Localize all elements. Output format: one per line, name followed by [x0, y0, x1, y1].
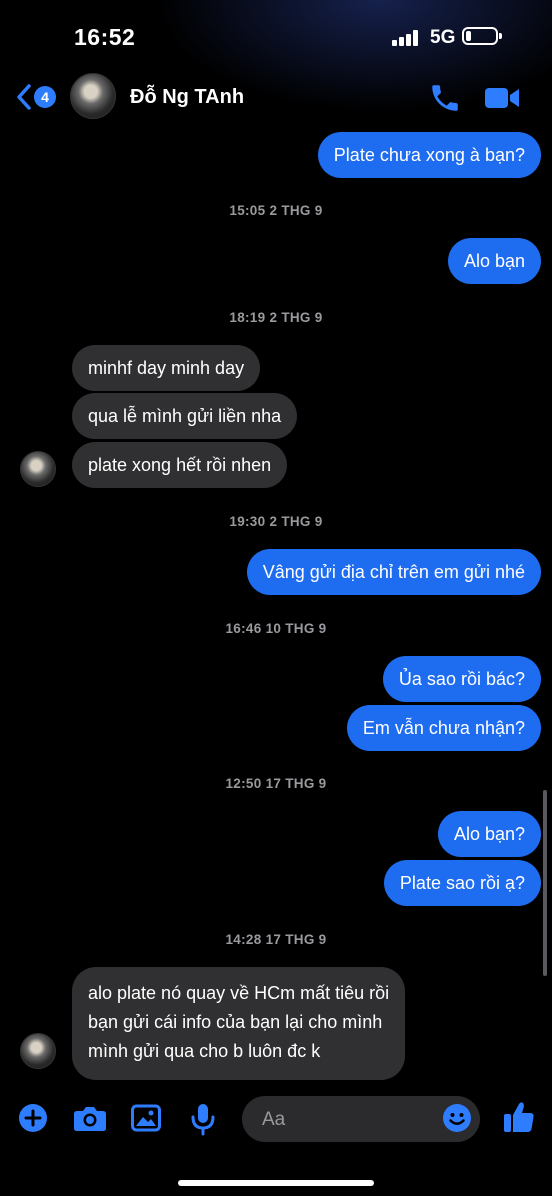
timestamp: 15:05 2 THG 9	[229, 203, 323, 218]
message-line: bạn gửi cái info của bạn lại cho mình	[88, 1012, 383, 1032]
message-line: alo plate nó quay về HCm mất tiêu rồi	[88, 983, 390, 1003]
add-button[interactable]	[18, 1103, 48, 1138]
message-outgoing[interactable]: Alo bạn	[447, 238, 541, 284]
camera-button[interactable]	[73, 1104, 107, 1137]
timestamp: 12:50 17 THG 9	[225, 776, 327, 791]
timestamp: 16:46 10 THG 9	[225, 621, 327, 636]
timestamp: 18:19 2 THG 9	[229, 310, 323, 325]
message-incoming-multiline[interactable]: alo plate nó quay về HCm mất tiêu rồi bạ…	[72, 967, 406, 1080]
video-camera-icon	[485, 88, 519, 108]
sender-avatar[interactable]	[20, 1033, 56, 1069]
video-call-button[interactable]	[484, 82, 520, 114]
emoji-button[interactable]	[442, 1103, 472, 1133]
plus-icon	[19, 1104, 47, 1132]
contact-avatar[interactable]	[70, 73, 116, 119]
message-input-box[interactable]	[242, 1096, 480, 1144]
message-incoming[interactable]: plate xong hết rồi nhen	[72, 442, 288, 488]
phone-icon	[432, 85, 458, 111]
call-button[interactable]	[428, 81, 462, 115]
contact-name[interactable]: Đỗ Ng TAnh	[130, 86, 244, 109]
timestamp: 19:30 2 THG 9	[229, 514, 323, 529]
message-outgoing[interactable]: Plate sao rồi ạ?	[383, 860, 541, 906]
network-type: 5G	[430, 27, 456, 48]
message-incoming[interactable]: minhf day minh day	[72, 345, 261, 391]
status-bar: 16:52 5G	[0, 0, 552, 70]
message-outgoing[interactable]: Plate chưa xong à bạn?	[317, 132, 541, 178]
message-outgoing[interactable]: Alo bạn?	[437, 811, 541, 857]
camera-icon	[74, 1107, 106, 1131]
timestamp: 14:28 17 THG 9	[225, 932, 327, 947]
message-input[interactable]	[260, 1096, 434, 1144]
like-button[interactable]	[503, 1100, 535, 1139]
thumbs-up-icon	[504, 1102, 534, 1132]
unread-badge: 4	[34, 86, 56, 108]
emoji-icon	[443, 1104, 471, 1132]
signal-icon	[392, 30, 422, 46]
message-outgoing[interactable]: Em vẫn chưa nhận?	[346, 705, 541, 751]
scrollbar[interactable]	[543, 790, 547, 976]
image-icon	[131, 1104, 161, 1132]
message-incoming[interactable]: qua lễ mình gửi liền nha	[72, 393, 298, 439]
message-outgoing[interactable]: Vâng gửi địa chỉ trên em gửi nhé	[246, 549, 541, 595]
chat-header: 4 Đỗ Ng TAnh	[0, 70, 552, 128]
chevron-left-icon	[17, 84, 31, 110]
composer-bar	[0, 1090, 552, 1150]
status-time: 16:52	[74, 24, 136, 50]
home-indicator[interactable]	[178, 1180, 374, 1186]
voice-button[interactable]	[190, 1102, 216, 1141]
message-line: mình gửi qua cho b luôn đc k	[88, 1041, 321, 1061]
gallery-button[interactable]	[131, 1103, 161, 1138]
battery-icon	[462, 27, 502, 45]
sender-avatar[interactable]	[20, 451, 56, 487]
microphone-icon	[191, 1104, 215, 1136]
message-outgoing[interactable]: Ủa sao rồi bác?	[382, 656, 541, 702]
